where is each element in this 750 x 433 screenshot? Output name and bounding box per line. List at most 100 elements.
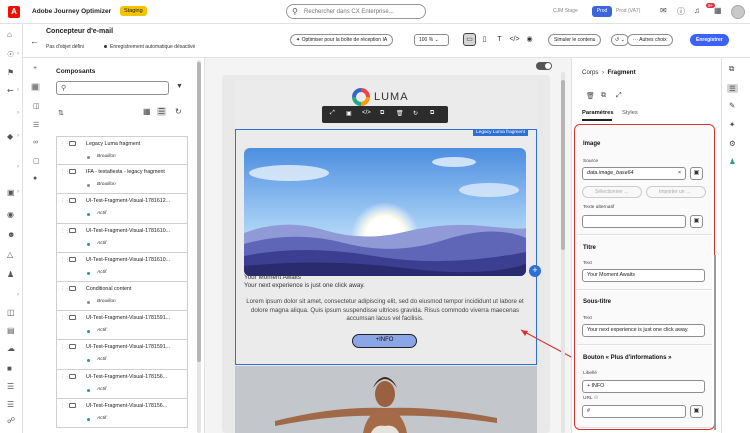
properties-scrollbar[interactable] [714, 255, 716, 430]
save-button[interactable]: Enregistrer [690, 34, 729, 46]
apps-grid-icon[interactable]: ▦ [714, 6, 722, 15]
theme-toggle[interactable] [536, 62, 552, 70]
list-item[interactable]: ⋮⋮ Conditional content Brouillon [56, 281, 188, 312]
user-icon[interactable]: ♟ [7, 270, 14, 279]
unlink-icon[interactable]: ⤢ [616, 92, 622, 100]
list-item[interactable]: ⋮⋮ UI-Test-Fragment-Visual-1781610... Acti… [56, 223, 188, 253]
breadcrumb-parent[interactable]: Corps [582, 69, 599, 76]
datasets-icon[interactable]: ▤ [7, 326, 15, 335]
schema-icon[interactable]: △ [7, 250, 13, 259]
adobe-logo-icon[interactable]: A [8, 6, 20, 18]
data-icon[interactable]: ◫ [7, 308, 15, 317]
back-arrow-icon[interactable]: ← [30, 36, 39, 46]
org-name[interactable]: CJM Stage [553, 8, 578, 14]
list-item[interactable]: ⋮⋮ UI-Test-Fragment-Visual-178156... Actif [56, 398, 188, 428]
add-block-icon[interactable]: + [529, 265, 541, 277]
globe-icon[interactable]: ☍ [7, 416, 15, 425]
settings-sliders-icon[interactable]: ☰ [727, 84, 738, 93]
personalize-icon[interactable]: ⚙ [729, 139, 736, 148]
orchestration-icon[interactable]: ⇜ [7, 86, 14, 95]
code-icon[interactable]: </> [362, 110, 371, 116]
tab-styles[interactable]: Styles [622, 110, 638, 116]
preview-eye-icon[interactable]: ◉ [523, 33, 536, 46]
channels-icon[interactable]: ■ [7, 364, 12, 373]
duplicate-icon[interactable]: ⧉ [380, 110, 384, 117]
fragment-icon[interactable]: ⧉ [729, 64, 734, 74]
fragment-title-text[interactable]: Your Moment Awaits [244, 274, 301, 281]
user-avatar[interactable] [731, 5, 745, 19]
global-search-input[interactable]: ⚲ Rechercher dans CX Enterprise... [286, 4, 426, 19]
list-item[interactable]: ⋮⋮ UI-Test-Fragment-Visual-1781591... Acti… [56, 340, 188, 370]
brand-check-icon[interactable]: ♟ [729, 157, 736, 166]
fragment-icon[interactable]: ● [33, 175, 37, 182]
journey-icon[interactable]: ☉ [7, 50, 14, 59]
chevron-right-icon[interactable]: › [17, 164, 19, 170]
sort-icon[interactable]: ⇅ [58, 109, 64, 117]
chevron-right-icon[interactable]: › [17, 51, 19, 57]
brush-icon[interactable]: ✎ [729, 101, 735, 110]
mobile-view-icon[interactable]: ▯ [478, 33, 491, 46]
chevron-right-icon[interactable]: › [17, 110, 19, 116]
reports-icon[interactable]: ☰ [7, 382, 14, 391]
optimize-inbox-button[interactable]: ✦ Optimiser pour la boîte de réception I… [290, 34, 394, 46]
grid-view-icon[interactable]: ▦ [143, 107, 151, 116]
fragment-subtitle-text[interactable]: Your next experience is just one click a… [244, 282, 365, 289]
canvas-scrollbar[interactable] [561, 72, 565, 433]
components-icon[interactable]: ▦ [31, 83, 40, 91]
unlink-icon[interactable]: ⧉ [430, 110, 434, 117]
list-item[interactable]: ⋮⋮ UI-Test-Fragment-Visual-178156... Actif [56, 369, 188, 399]
delete-icon[interactable]: 🗑 [396, 110, 404, 117]
scrollbar-thumb[interactable] [197, 62, 201, 362]
content-icon[interactable]: ▣ [7, 188, 15, 197]
refresh-icon[interactable]: ↻ [175, 107, 182, 116]
yoga-photo[interactable] [235, 366, 537, 433]
monitoring-icon[interactable]: ☁ [7, 344, 15, 353]
save-icon[interactable]: ▣ [346, 110, 352, 117]
list-item[interactable]: ⋮⋮ UI-Test-Fragment-Visual-1781591... Acti… [56, 311, 188, 341]
list-item[interactable]: ⋮⋮ IFA - testafiesta - legacy fragment Bro… [56, 165, 188, 195]
chevron-right-icon[interactable]: › [17, 133, 19, 139]
chevron-right-icon[interactable]: › [17, 189, 19, 195]
more-info-button[interactable]: +INFO [352, 334, 417, 348]
list-view-icon[interactable]: ☰ [157, 107, 167, 116]
chevron-right-icon[interactable]: › [17, 292, 19, 298]
desktop-view-icon[interactable]: ▭ [463, 33, 476, 46]
simulate-content-button[interactable]: Simuler le contenu [548, 34, 602, 46]
filter-icon[interactable]: ▼ [176, 83, 183, 90]
components-search-input[interactable]: ⚲ [56, 81, 169, 95]
decisioning-icon[interactable]: ◆ [7, 132, 13, 141]
scrollbar-thumb[interactable] [561, 80, 565, 250]
sandbox-pill[interactable]: Prod [592, 6, 612, 17]
code-view-icon[interactable]: </> [508, 33, 521, 46]
layers-icon[interactable]: ☰ [33, 121, 39, 129]
zoom-select[interactable]: 100 % ⌄ [414, 34, 449, 46]
move-icon[interactable]: ⤢ [330, 110, 335, 117]
add-icon[interactable]: + [33, 65, 37, 72]
home-icon[interactable]: ⌂ [7, 30, 12, 39]
fragment-body-text[interactable]: Lorem ipsum dolor sit amet, consectetur … [240, 298, 530, 324]
link-icon[interactable]: ∞ [33, 139, 38, 146]
campaign-icon[interactable]: ⚑ [7, 68, 14, 77]
text-view-icon[interactable]: T [493, 33, 506, 46]
help-icon[interactable]: ⓘ [677, 6, 685, 17]
chat-icon[interactable]: ✉ [660, 6, 667, 15]
structure-icon[interactable]: ◫ [33, 102, 40, 110]
list-icon[interactable]: ☰ [7, 400, 14, 409]
delete-icon[interactable]: 🗑 [586, 92, 595, 100]
refresh-icon[interactable]: ↻ [413, 110, 418, 117]
profiles-icon[interactable]: ☻ [7, 230, 15, 239]
components-scrollbar[interactable] [197, 60, 201, 433]
chevron-right-icon[interactable]: › [17, 87, 19, 93]
sandbox-name[interactable]: Prod (VA7) [616, 8, 640, 14]
duplicate-icon[interactable]: ⧉ [601, 92, 606, 100]
app-title[interactable]: Adobe Journey Optimizer [32, 8, 111, 15]
list-item[interactable]: ⋮⋮ UI-Test-Fragment-Visual-1781612... Acti… [56, 194, 188, 224]
ai-assistant-icon[interactable]: ✦ [729, 120, 735, 129]
segments-icon[interactable]: ◉ [7, 210, 14, 219]
list-item[interactable]: ⋮⋮ UI-Test-Fragment-Visual-1781610... Acti… [56, 252, 188, 282]
hero-image[interactable] [244, 148, 526, 276]
bell-icon[interactable]: ♫ [694, 6, 700, 15]
more-options-button[interactable]: ··· Autres choix [627, 34, 673, 46]
assets-icon[interactable]: ▢ [33, 157, 40, 165]
list-item[interactable]: ⋮⋮ Legacy Luma fragment Brouillon [56, 136, 188, 166]
